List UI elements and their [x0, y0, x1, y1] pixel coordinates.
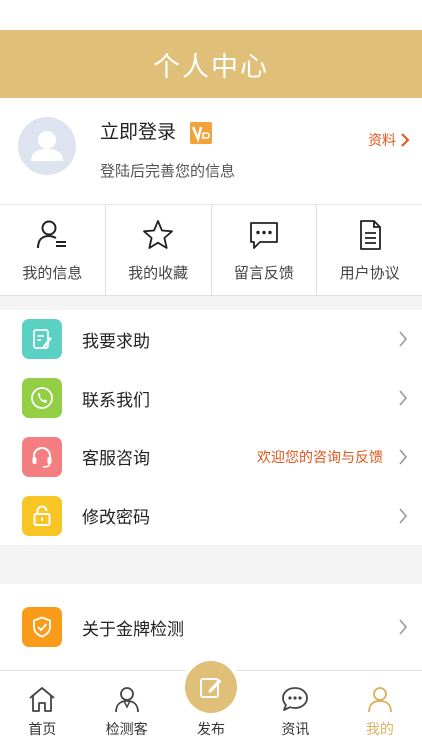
- publish-button[interactable]: [185, 661, 238, 713]
- quick-label: 用户协议: [339, 263, 400, 282]
- menu-item-help[interactable]: 我要求助: [0, 310, 422, 369]
- tab-home[interactable]: 首页: [0, 671, 84, 751]
- quick-actions: 我的信息 我的收藏 留言反馈 用户协议: [0, 205, 422, 296]
- page-title: 个人中心: [153, 51, 269, 83]
- document-icon: [359, 219, 381, 250]
- tab-inspector[interactable]: 检测客: [84, 671, 168, 751]
- avatar[interactable]: [18, 117, 76, 175]
- login-hint: 登陆后完善您的信息: [100, 162, 236, 180]
- lock-icon: [22, 495, 62, 536]
- chat-dots-icon: [282, 687, 309, 711]
- menu-item-label: 关于金牌检测: [82, 619, 184, 640]
- menu-item-label: 我要求助: [82, 331, 150, 352]
- quick-label: 我的收藏: [128, 263, 189, 282]
- profile-detail-link[interactable]: 资料: [368, 130, 410, 150]
- headset-icon: [22, 436, 62, 477]
- bottom-tab-bar: 首页 检测客 发布 资讯 我的: [0, 661, 422, 751]
- tab-label: 资讯: [281, 722, 310, 738]
- quick-agreement[interactable]: 用户协议: [317, 205, 422, 295]
- quick-feedback[interactable]: 留言反馈: [212, 205, 318, 295]
- chevron-right-icon: [401, 133, 410, 147]
- menu-item-password[interactable]: 修改密码: [0, 486, 422, 545]
- menu-item-about[interactable]: 关于金牌检测: [0, 584, 422, 670]
- edit-icon: [200, 678, 222, 698]
- quick-label: 留言反馈: [233, 263, 294, 282]
- tab-label: 首页: [28, 722, 57, 738]
- profile-card[interactable]: 立即登录 登陆后完善您的信息 资料: [0, 98, 422, 205]
- vip-badge: [190, 122, 212, 144]
- chat-bubble-icon: [249, 221, 278, 249]
- person-icon: [114, 687, 139, 713]
- chevron-right-icon: [399, 390, 408, 406]
- menu-list: 我要求助 联系我们 客服咨询 欢迎您的咨询与反馈 修改密码: [0, 310, 422, 545]
- tab-news[interactable]: 资讯: [253, 671, 337, 751]
- menu-item-support[interactable]: 客服咨询 欢迎您的咨询与反馈: [0, 428, 422, 487]
- menu-item-label: 修改密码: [82, 508, 150, 529]
- menu-item-contact[interactable]: 联系我们: [0, 369, 422, 428]
- status-bar: [0, 0, 422, 30]
- menu-item-label: 联系我们: [82, 390, 150, 411]
- chevron-right-icon: [399, 449, 408, 465]
- tab-label: 发布: [197, 722, 226, 738]
- star-icon: [143, 219, 174, 249]
- chevron-right-icon: [399, 331, 408, 347]
- chevron-right-icon: [399, 508, 408, 524]
- edit-note-icon: [22, 319, 62, 360]
- phone-icon: [22, 378, 62, 419]
- menu-item-label: 客服咨询: [82, 449, 150, 470]
- shield-check-icon: [22, 607, 62, 647]
- menu-list-about: 关于金牌检测: [0, 584, 422, 670]
- tab-publish[interactable]: 发布: [169, 661, 253, 751]
- quick-label: 我的信息: [22, 263, 83, 282]
- app-header: 个人中心: [0, 30, 422, 98]
- vip-icon: [190, 122, 212, 144]
- login-button[interactable]: 立即登录: [100, 117, 176, 144]
- quick-my-info[interactable]: 我的信息: [0, 205, 106, 295]
- tab-mine[interactable]: 我的: [338, 671, 422, 751]
- person-active-icon: [367, 687, 392, 713]
- home-icon: [29, 687, 55, 712]
- quick-favorites[interactable]: 我的收藏: [106, 205, 212, 295]
- tab-label: 我的: [365, 722, 394, 738]
- menu-item-note: 欢迎您的咨询与反馈: [257, 449, 383, 466]
- tab-label: 检测客: [105, 722, 148, 738]
- chevron-right-icon: [399, 619, 408, 635]
- avatar-placeholder-icon: [31, 131, 63, 161]
- profile-detail-label: 资料: [368, 133, 396, 149]
- user-list-icon: [37, 220, 67, 248]
